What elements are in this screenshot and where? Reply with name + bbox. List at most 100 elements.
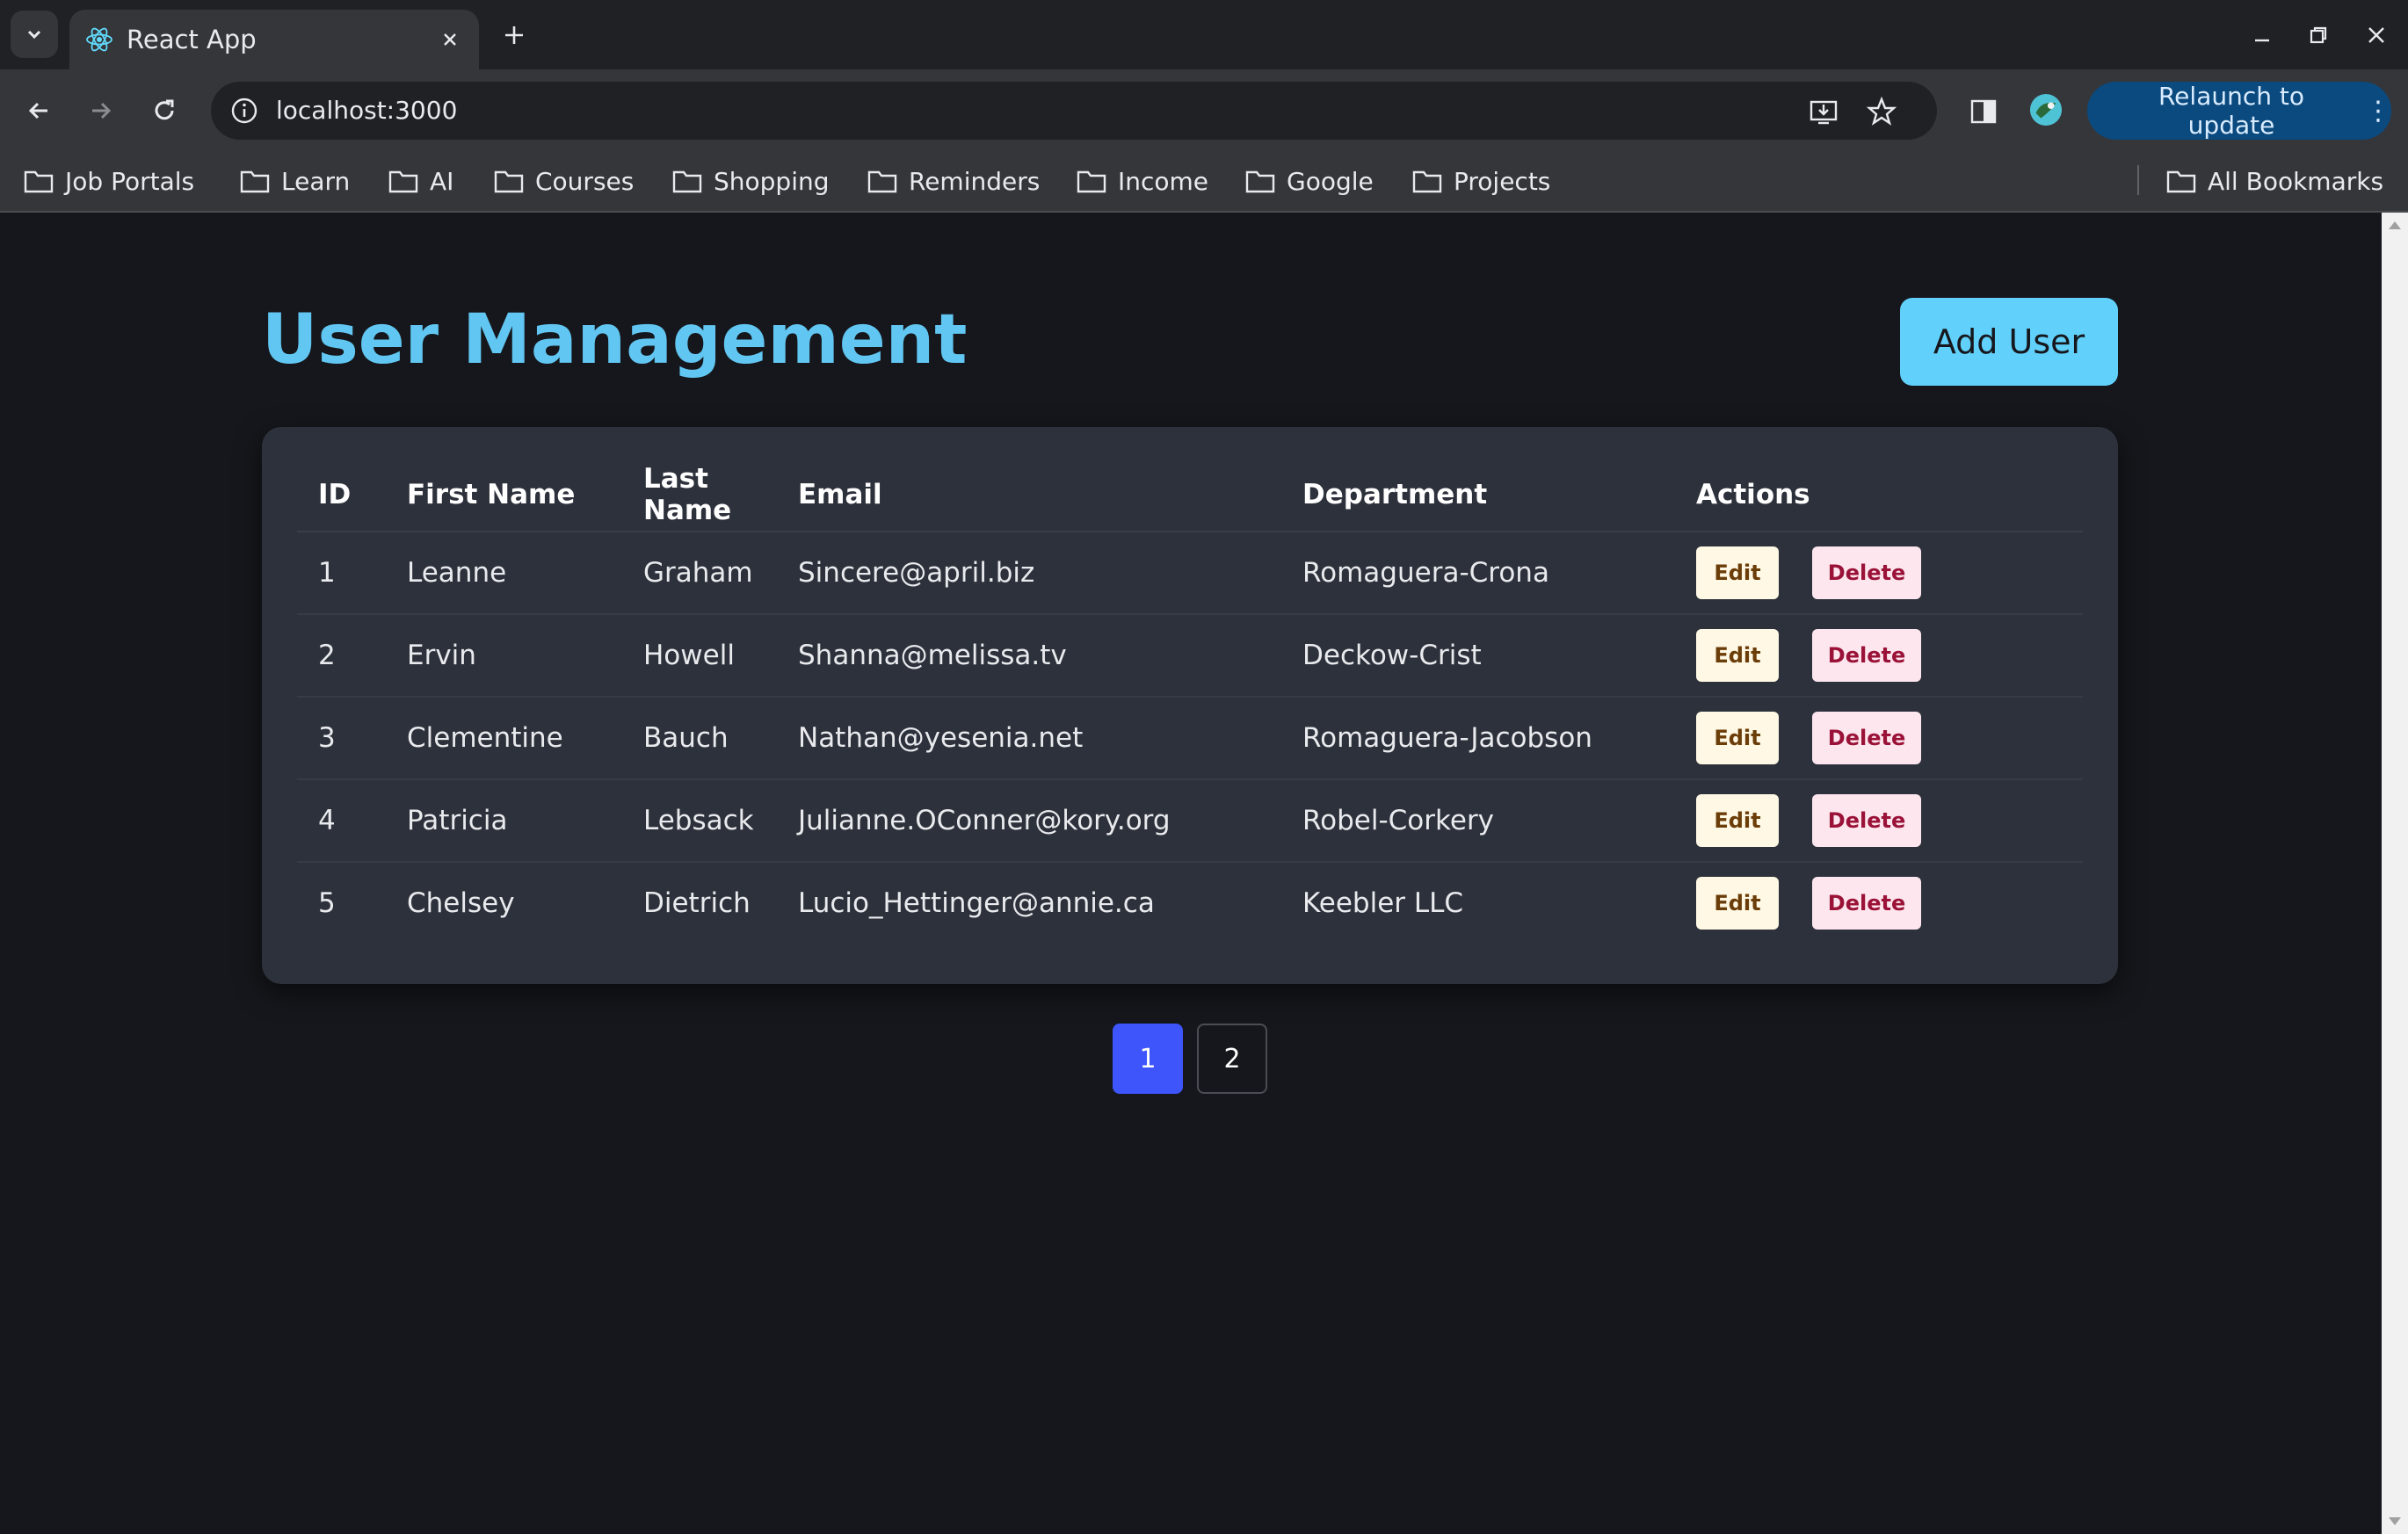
table-row: 1 Leanne Graham Sincere@april.biz Romagu… <box>297 532 2083 615</box>
cell-actions: Edit Delete <box>1675 532 2083 615</box>
cell-id: 3 <box>297 697 386 780</box>
table-header-row: ID First Name Last Name Email Department… <box>297 459 2083 532</box>
edit-button[interactable]: Edit <box>1696 877 1779 930</box>
cell-id: 5 <box>318 887 336 919</box>
cell-first-name: Ervin <box>386 614 622 698</box>
delete-button[interactable]: Delete <box>1812 629 1921 682</box>
chevron-down-icon <box>27 30 41 40</box>
cell-email: Shanna@melissa.tv <box>777 614 1281 698</box>
close-window-icon[interactable] <box>2357 16 2396 54</box>
cell-department: Romaguera-Crona <box>1281 532 1675 615</box>
forward-icon[interactable] <box>79 89 123 133</box>
table-row: 2 Ervin Howell Shanna@melissa.tv Deckow-… <box>297 614 2083 698</box>
folder-icon <box>1077 170 1106 193</box>
cell-email: Lucio_Hettinger@annie.ca <box>798 887 1155 919</box>
bookmark-folder-income[interactable]: Income <box>1076 163 1208 199</box>
tab-search-button[interactable] <box>11 11 58 58</box>
page-content: User Management Add User ID First Name L… <box>0 213 2382 1534</box>
header-last-name: Last Name <box>622 459 777 532</box>
bookmark-folder-shopping[interactable]: Shopping <box>671 163 830 199</box>
bookmark-label: Projects <box>1454 166 1551 196</box>
cell-first-name: Leanne <box>386 532 622 615</box>
folder-icon <box>24 170 54 193</box>
tab-strip: React App <box>0 0 2408 69</box>
folder-icon <box>2166 170 2196 193</box>
side-panel-icon[interactable] <box>1967 95 2000 128</box>
cell-last-name: Howell <box>622 614 777 698</box>
bookmark-label: AI <box>430 166 454 196</box>
tab-title: React App <box>127 25 257 54</box>
page-title: User Management <box>262 300 968 380</box>
browser-toolbar: localhost:3000 Relaunch to update ⋮ <box>0 69 2408 151</box>
folder-icon <box>240 170 270 193</box>
cell-first-name: Patricia <box>386 779 622 863</box>
bookmark-label: Reminders <box>909 166 1041 196</box>
delete-button[interactable]: Delete <box>1812 546 1921 599</box>
cell-email: Sincere@april.biz <box>777 532 1281 615</box>
table-row: 4 Patricia Lebsack Julianne.OConner@kory… <box>297 779 2083 863</box>
scroll-down-arrow-icon[interactable] <box>2389 1517 2401 1525</box>
cell-first-name: Chelsey <box>407 887 515 919</box>
cell-last-name: Bauch <box>622 697 777 780</box>
scroll-up-arrow-icon[interactable] <box>2389 221 2401 229</box>
folder-icon <box>494 170 524 193</box>
folder-icon <box>1412 170 1442 193</box>
cell-department: Deckow-Crist <box>1281 614 1675 698</box>
browser-tab[interactable]: React App <box>69 10 479 69</box>
profile-avatar-icon[interactable] <box>2029 93 2063 127</box>
header-id: ID <box>297 459 386 532</box>
address-bar[interactable]: localhost:3000 <box>211 82 1937 140</box>
cell-actions: Edit Delete <box>1675 614 2083 698</box>
bookmark-folder-google[interactable]: Google <box>1244 163 1374 199</box>
delete-button[interactable]: Delete <box>1812 877 1921 930</box>
all-bookmarks-button[interactable]: All Bookmarks <box>2165 163 2383 199</box>
relaunch-label: Relaunch to update <box>2158 82 2304 140</box>
delete-button[interactable]: Delete <box>1812 794 1921 847</box>
cell-id: 2 <box>297 614 386 698</box>
react-logo-icon <box>86 27 112 52</box>
bookmark-label: Job Portals <box>65 166 195 196</box>
folder-icon <box>388 170 418 193</box>
install-app-icon[interactable] <box>1807 95 1840 128</box>
bookmark-label: Learn <box>281 166 351 196</box>
cell-last-name: Lebsack <box>622 779 777 863</box>
table-row: 5 Chelsey Dietrich Lucio_Hettinger@annie… <box>297 862 2083 944</box>
header-department: Department <box>1281 459 1675 532</box>
url-text[interactable]: localhost:3000 <box>276 96 457 125</box>
page-scrollbar[interactable] <box>2382 213 2408 1534</box>
back-icon[interactable] <box>17 89 61 133</box>
delete-button[interactable]: Delete <box>1812 712 1921 764</box>
cell-email: Julianne.OConner@kory.org <box>777 779 1281 863</box>
cell-department: Keebler LLC <box>1302 887 1464 919</box>
new-tab-icon[interactable] <box>497 18 532 53</box>
page-button-1[interactable]: 1 <box>1113 1024 1183 1094</box>
bookmark-folder-learn[interactable]: Learn <box>239 163 350 199</box>
relaunch-button[interactable]: Relaunch to update ⋮ <box>2087 82 2391 140</box>
bookmark-folder-reminders[interactable]: Reminders <box>867 163 1040 199</box>
bookmark-star-icon[interactable] <box>1865 95 1898 128</box>
folder-icon <box>867 170 897 193</box>
bookmark-label: Income <box>1118 166 1209 196</box>
minimize-icon[interactable] <box>2243 16 2281 54</box>
close-tab-icon[interactable] <box>437 26 463 53</box>
edit-button[interactable]: Edit <box>1696 712 1779 764</box>
cell-actions: Edit Delete <box>1675 779 2083 863</box>
add-user-button[interactable]: Add User <box>1900 298 2118 386</box>
bookmark-folder-ai[interactable]: AI <box>388 163 453 199</box>
header-first-name: First Name <box>386 459 622 532</box>
edit-button[interactable]: Edit <box>1696 546 1779 599</box>
all-bookmarks-label: All Bookmarks <box>2208 166 2384 196</box>
reload-icon[interactable] <box>142 89 186 133</box>
edit-button[interactable]: Edit <box>1696 794 1779 847</box>
bookmark-label: Courses <box>535 166 635 196</box>
bookmarks-separator <box>2137 165 2139 195</box>
bookmark-folder-job-portals[interactable]: Job Portals <box>23 163 194 199</box>
page-button-2[interactable]: 2 <box>1197 1024 1267 1094</box>
bookmark-folder-courses[interactable]: Courses <box>493 163 634 199</box>
site-info-icon[interactable] <box>228 95 260 127</box>
users-table-card: ID First Name Last Name Email Department… <box>262 427 2118 984</box>
restore-icon[interactable] <box>2299 16 2338 54</box>
edit-button[interactable]: Edit <box>1696 629 1779 682</box>
bookmark-folder-projects[interactable]: Projects <box>1411 163 1550 199</box>
bookmark-label: Google <box>1287 166 1374 196</box>
